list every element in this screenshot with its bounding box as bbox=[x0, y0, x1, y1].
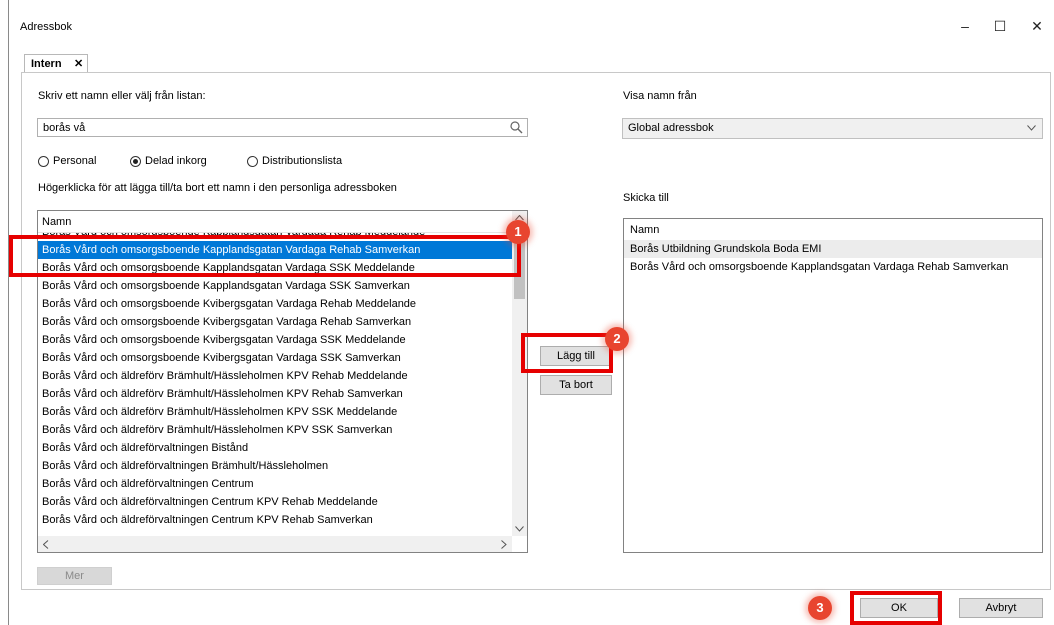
more-button[interactable]: Mer bbox=[37, 567, 112, 585]
chevron-down-icon bbox=[1027, 125, 1036, 131]
address-list-row[interactable]: Borås Vård och äldreförvaltningen Centru… bbox=[38, 475, 512, 493]
radio-shared-inbox-circle bbox=[130, 156, 141, 167]
minimize-button[interactable]: – bbox=[950, 14, 980, 38]
highlight-selected-row bbox=[9, 235, 521, 277]
address-list-row[interactable]: Borås Vård och omsorgsboende Kvibergsgat… bbox=[38, 331, 512, 349]
address-list-row[interactable]: Borås Vård och omsorgsboende Kvibergsgat… bbox=[38, 313, 512, 331]
address-list-row[interactable]: Borås Vård och omsorgsboende Kvibergsgat… bbox=[38, 349, 512, 367]
scroll-left-icon[interactable] bbox=[43, 540, 49, 549]
radio-personal[interactable]: Personal bbox=[38, 155, 118, 169]
search-value: borås vå bbox=[43, 122, 86, 134]
radio-distribution-list-label: Distributionslista bbox=[262, 155, 343, 167]
maximize-button[interactable]: ☐ bbox=[985, 14, 1015, 38]
address-list-row[interactable]: Borås Vård och äldreförv Brämhult/Hässle… bbox=[38, 403, 512, 421]
address-book-selected: Global adressbok bbox=[628, 122, 714, 134]
window-left-edge bbox=[8, 0, 9, 625]
send-to-row[interactable]: Borås Vård och omsorgsboende Kapplandsga… bbox=[624, 258, 1042, 276]
scroll-right-icon[interactable] bbox=[501, 540, 507, 549]
address-list-row[interactable]: Borås Vård och äldreförvaltningen Centru… bbox=[38, 511, 512, 529]
show-names-from-label: Visa namn från bbox=[623, 90, 697, 102]
step-badge-3: 3 bbox=[808, 596, 832, 620]
radio-distribution-list-circle bbox=[247, 156, 258, 167]
step-badge-1: 1 bbox=[506, 220, 530, 244]
close-button[interactable]: ✕ bbox=[1022, 14, 1052, 38]
remove-button[interactable]: Ta bort bbox=[540, 375, 612, 395]
highlight-ok-button bbox=[850, 591, 942, 625]
scroll-down-icon[interactable] bbox=[515, 526, 524, 532]
search-label: Skriv ett namn eller välj från listan: bbox=[38, 90, 206, 102]
address-book-select[interactable]: Global adressbok bbox=[622, 118, 1043, 139]
radio-personal-circle bbox=[38, 156, 49, 167]
address-list-row[interactable]: Borås Vård och äldreförv Brämhult/Hässle… bbox=[38, 385, 512, 403]
radio-personal-label: Personal bbox=[53, 155, 97, 167]
address-list-row[interactable]: Borås Vård och omsorgsboende Kapplandsga… bbox=[38, 277, 512, 295]
hint-text: Högerklicka för att lägga till/ta bort e… bbox=[38, 182, 397, 194]
search-input[interactable]: borås vå bbox=[37, 118, 528, 137]
send-to-list[interactable]: Namn Borås Utbildning Grundskola Boda EM… bbox=[623, 218, 1043, 553]
address-list-header[interactable]: Namn bbox=[38, 211, 512, 233]
address-list-row[interactable]: Borås Vård och äldreförvaltningen Bistån… bbox=[38, 439, 512, 457]
horizontal-scroll-track[interactable] bbox=[56, 539, 501, 549]
address-list-row[interactable]: Borås Vård och äldreförvaltningen Brämhu… bbox=[38, 457, 512, 475]
tab-label: Intern bbox=[31, 58, 62, 70]
send-to-header[interactable]: Namn bbox=[624, 221, 1042, 239]
search-icon bbox=[510, 121, 523, 134]
horizontal-scrollbar[interactable] bbox=[38, 536, 512, 552]
address-list-rows: Borås Vård och omsorgsboende Kapplandsga… bbox=[38, 233, 512, 536]
address-list-row[interactable]: Borås Vård och äldreförvaltningen Centru… bbox=[38, 493, 512, 511]
radio-shared-inbox[interactable]: Delad inkorg bbox=[130, 155, 230, 169]
radio-distribution-list[interactable]: Distributionslista bbox=[247, 155, 367, 169]
address-list-row[interactable]: Borås Vård och omsorgsboende Kvibergsgat… bbox=[38, 295, 512, 313]
send-to-label: Skicka till bbox=[623, 192, 669, 204]
window-title: Adressbok bbox=[20, 21, 72, 33]
cancel-button[interactable]: Avbryt bbox=[959, 598, 1043, 618]
highlight-add-button bbox=[521, 333, 613, 373]
address-list-row[interactable]: Borås Vård och äldreförv Brämhult/Hässle… bbox=[38, 367, 512, 385]
send-to-row[interactable]: Borås Utbildning Grundskola Boda EMI bbox=[624, 240, 1042, 258]
tab-intern[interactable]: Intern ✕ bbox=[24, 54, 88, 73]
radio-shared-inbox-label: Delad inkorg bbox=[145, 155, 207, 167]
address-list-row[interactable]: Borås Vård och äldreförv Brämhult/Hässle… bbox=[38, 421, 512, 439]
step-badge-2: 2 bbox=[605, 327, 629, 351]
